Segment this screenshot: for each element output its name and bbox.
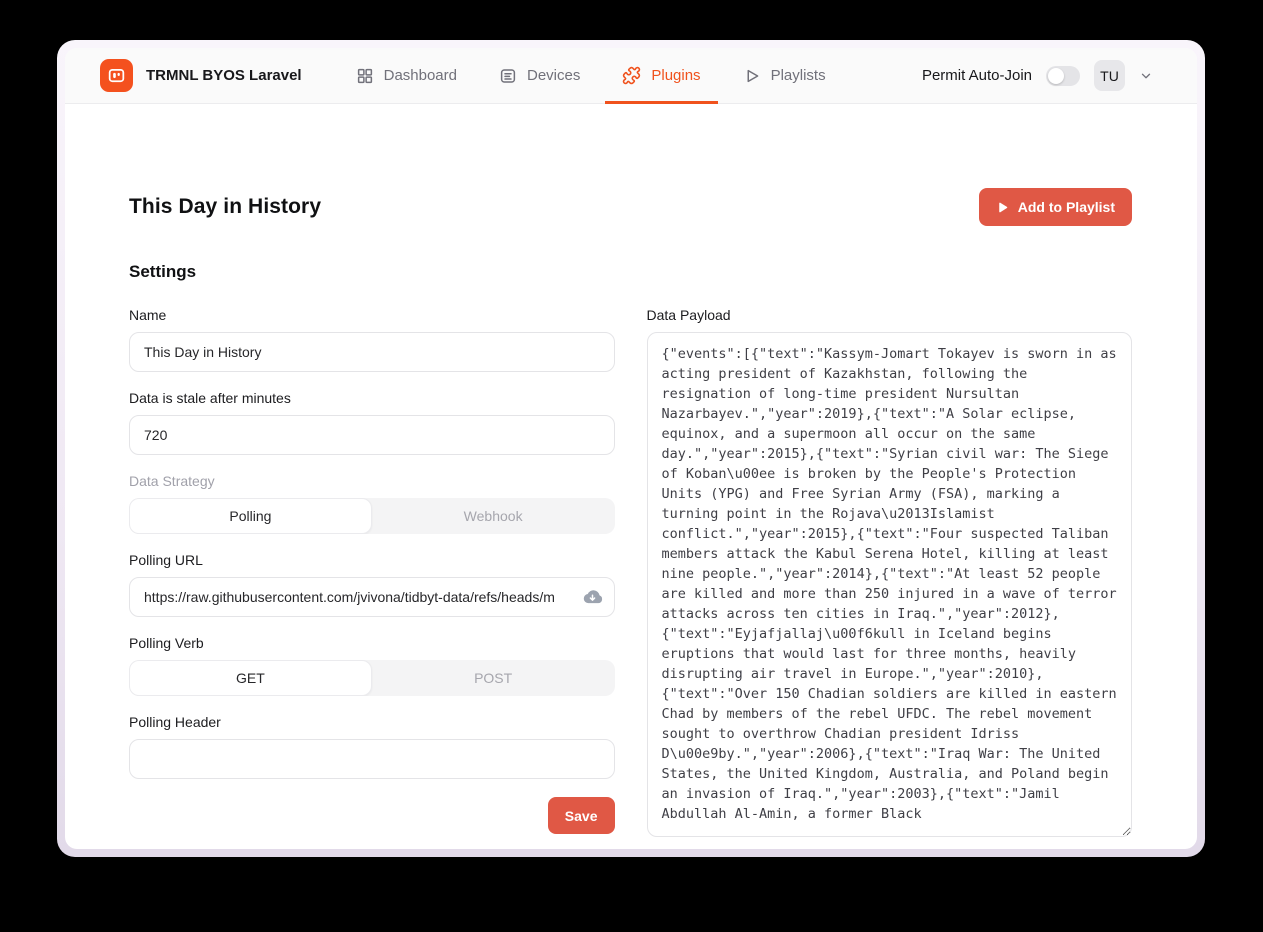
window-frame: TRMNL BYOS Laravel Dashboard [57,40,1205,857]
nav-plugins[interactable]: Plugins [622,48,700,103]
name-label: Name [129,307,615,323]
dashboard-icon [356,67,374,85]
nav-dashboard-label: Dashboard [384,67,457,84]
settings-columns: Name Data is stale after minutes Data St… [129,307,1132,842]
polling-header-label: Polling Header [129,714,615,730]
data-payload-textarea[interactable]: {"events":[{"text":"Kassym-Jomart Tokaye… [647,332,1133,837]
add-to-playlist-label: Add to Playlist [1018,199,1115,215]
stale-minutes-input[interactable] [129,415,615,455]
polling-verb-segmented: GET POST [129,660,615,696]
polling-url-label: Polling URL [129,552,615,568]
nav-dashboard[interactable]: Dashboard [356,48,457,103]
app-title: TRMNL BYOS Laravel [146,67,302,84]
data-strategy-label: Data Strategy [129,473,615,489]
stale-minutes-label: Data is stale after minutes [129,390,615,406]
strategy-option-webhook[interactable]: Webhook [372,498,615,534]
nav-devices[interactable]: Devices [499,48,580,103]
stale-field-group: Data is stale after minutes [129,390,615,455]
name-field-group: Name [129,307,615,372]
polling-url-input[interactable] [129,577,615,617]
main-content: This Day in History Add to Playlist Sett… [65,104,1197,849]
verb-option-get[interactable]: GET [129,660,372,696]
nav-playlists-label: Playlists [771,67,826,84]
save-row: Save [129,797,615,834]
devices-icon [499,67,517,85]
page-header-row: This Day in History Add to Playlist [129,188,1132,226]
header-right-cluster: Permit Auto-Join TU [922,60,1153,91]
permit-auto-join-label: Permit Auto-Join [922,67,1032,84]
settings-form-column: Name Data is stale after minutes Data St… [129,307,615,842]
add-to-playlist-button[interactable]: Add to Playlist [979,188,1132,226]
nav-plugins-label: Plugins [651,67,700,84]
app-window: TRMNL BYOS Laravel Dashboard [65,48,1197,849]
verb-option-post[interactable]: POST [372,660,615,696]
polling-verb-label: Polling Verb [129,635,615,651]
trmnl-logo-icon[interactable] [100,59,133,92]
page-title: This Day in History [129,195,321,219]
nav-devices-label: Devices [527,67,580,84]
data-payload-label: Data Payload [647,307,1133,323]
chevron-down-icon[interactable] [1139,69,1153,83]
nav-playlists[interactable]: Playlists [743,48,826,103]
data-strategy-group: Data Strategy Polling Webhook [129,473,615,534]
play-icon [996,201,1009,214]
polling-url-group: Polling URL [129,552,615,617]
name-input[interactable] [129,332,615,372]
polling-verb-group: Polling Verb GET POST [129,635,615,696]
user-avatar[interactable]: TU [1094,60,1125,91]
strategy-option-polling[interactable]: Polling [129,498,372,534]
main-nav: Dashboard Devices [356,48,826,103]
payload-column: Data Payload {"events":[{"text":"Kassym-… [647,307,1133,842]
toggle-knob [1048,68,1064,84]
permit-auto-join-toggle[interactable] [1046,66,1080,86]
puzzle-icon [622,66,641,85]
data-strategy-segmented: Polling Webhook [129,498,615,534]
play-icon [743,67,761,85]
polling-header-input[interactable] [129,739,615,779]
save-button[interactable]: Save [548,797,615,834]
cloud-download-icon[interactable] [582,587,603,608]
top-navbar: TRMNL BYOS Laravel Dashboard [65,48,1197,104]
polling-header-group: Polling Header [129,714,615,779]
settings-heading: Settings [129,262,1132,282]
